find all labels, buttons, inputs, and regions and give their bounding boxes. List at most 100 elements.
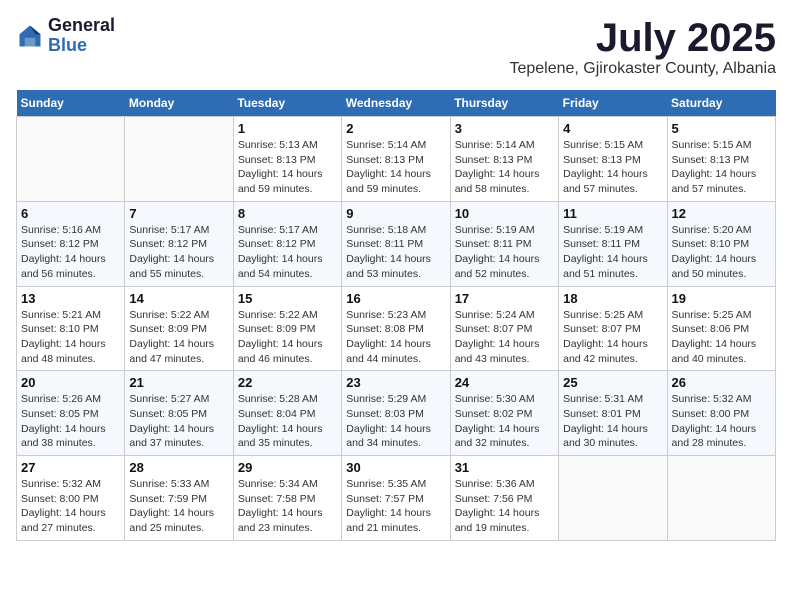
calendar-cell: 8Sunrise: 5:17 AMSunset: 8:12 PMDaylight… <box>233 201 341 286</box>
day-info: Sunrise: 5:35 AMSunset: 7:57 PMDaylight:… <box>346 477 445 536</box>
day-number: 18 <box>563 291 662 306</box>
page-header: General Blue July 2025 Tepelene, Gjiroka… <box>16 16 776 78</box>
day-info: Sunrise: 5:36 AMSunset: 7:56 PMDaylight:… <box>455 477 554 536</box>
calendar-table: SundayMondayTuesdayWednesdayThursdayFrid… <box>16 90 776 541</box>
calendar-cell: 15 Sunrise: 5:22 AMSunset: 8:09 PMDayligh… <box>233 286 341 371</box>
day-number: 20 <box>21 375 120 390</box>
calendar-cell: 24Sunrise: 5:30 AMSunset: 8:02 PMDayligh… <box>450 371 558 456</box>
day-number: 22 <box>238 375 337 390</box>
day-number: 23 <box>346 375 445 390</box>
day-number: 7 <box>129 206 228 221</box>
day-number: 17 <box>455 291 554 306</box>
day-number: 25 <box>563 375 662 390</box>
day-info: Sunrise: 5:24 AMSunset: 8:07 PMDaylight:… <box>455 308 554 367</box>
weekday-header-row: SundayMondayTuesdayWednesdayThursdayFrid… <box>17 90 776 117</box>
calendar-cell: 18 Sunrise: 5:25 AMSunset: 8:07 PMDayligh… <box>559 286 667 371</box>
calendar-cell: 26Sunrise: 5:32 AMSunset: 8:00 PMDayligh… <box>667 371 775 456</box>
calendar-cell <box>559 456 667 541</box>
calendar-cell: 6 Sunrise: 5:16 AMSunset: 8:12 PMDaylight… <box>17 201 125 286</box>
day-number: 30 <box>346 460 445 475</box>
day-info: Sunrise: 5:17 AMSunset: 8:12 PMDaylight:… <box>238 223 337 282</box>
day-info: Sunrise: 5:23 AMSunset: 8:08 PMDaylight:… <box>346 308 445 367</box>
calendar-cell: 9Sunrise: 5:18 AMSunset: 8:11 PMDaylight… <box>342 201 450 286</box>
calendar-cell: 27Sunrise: 5:32 AMSunset: 8:00 PMDayligh… <box>17 456 125 541</box>
day-number: 15 <box>238 291 337 306</box>
day-number: 5 <box>672 121 771 136</box>
day-info: Sunrise: 5:32 AMSunset: 8:00 PMDaylight:… <box>672 392 771 451</box>
calendar-cell: 10 Sunrise: 5:19 AMSunset: 8:11 PMDayligh… <box>450 201 558 286</box>
calendar-cell: 7Sunrise: 5:17 AMSunset: 8:12 PMDaylight… <box>125 201 233 286</box>
weekday-header-sunday: Sunday <box>17 90 125 117</box>
calendar-cell: 20 Sunrise: 5:26 AMSunset: 8:05 PMDayligh… <box>17 371 125 456</box>
day-info: Sunrise: 5:27 AMSunset: 8:05 PMDaylight:… <box>129 392 228 451</box>
day-number: 12 <box>672 206 771 221</box>
day-number: 24 <box>455 375 554 390</box>
week-row-3: 13Sunrise: 5:21 AMSunset: 8:10 PMDayligh… <box>17 286 776 371</box>
calendar-cell: 19Sunrise: 5:25 AMSunset: 8:06 PMDayligh… <box>667 286 775 371</box>
day-number: 29 <box>238 460 337 475</box>
calendar-cell: 17 Sunrise: 5:24 AMSunset: 8:07 PMDayligh… <box>450 286 558 371</box>
day-info: Sunrise: 5:19 AMSunset: 8:11 PMDaylight:… <box>563 223 662 282</box>
weekday-header-thursday: Thursday <box>450 90 558 117</box>
day-info: Sunrise: 5:25 AMSunset: 8:07 PMDaylight:… <box>563 308 662 367</box>
day-info: Sunrise: 5:34 AMSunset: 7:58 PMDaylight:… <box>238 477 337 536</box>
day-number: 1 <box>238 121 337 136</box>
calendar-cell: 14Sunrise: 5:22 AMSunset: 8:09 PMDayligh… <box>125 286 233 371</box>
calendar-cell: 25 Sunrise: 5:31 AMSunset: 8:01 PMDayligh… <box>559 371 667 456</box>
week-row-5: 27Sunrise: 5:32 AMSunset: 8:00 PMDayligh… <box>17 456 776 541</box>
calendar-cell: 3 Sunrise: 5:14 AMSunset: 8:13 PMDaylight… <box>450 117 558 202</box>
day-number: 3 <box>455 121 554 136</box>
calendar-cell: 11 Sunrise: 5:19 AMSunset: 8:11 PMDayligh… <box>559 201 667 286</box>
week-row-1: 1 Sunrise: 5:13 AMSunset: 8:13 PMDaylight… <box>17 117 776 202</box>
calendar-cell <box>667 456 775 541</box>
calendar-cell: 30 Sunrise: 5:35 AMSunset: 7:57 PMDayligh… <box>342 456 450 541</box>
calendar-cell: 13Sunrise: 5:21 AMSunset: 8:10 PMDayligh… <box>17 286 125 371</box>
day-info: Sunrise: 5:19 AMSunset: 8:11 PMDaylight:… <box>455 223 554 282</box>
day-info: Sunrise: 5:15 AMSunset: 8:13 PMDaylight:… <box>672 138 771 197</box>
day-info: Sunrise: 5:25 AMSunset: 8:06 PMDaylight:… <box>672 308 771 367</box>
day-number: 6 <box>21 206 120 221</box>
day-number: 9 <box>346 206 445 221</box>
week-row-4: 20 Sunrise: 5:26 AMSunset: 8:05 PMDayligh… <box>17 371 776 456</box>
calendar-cell: 4Sunrise: 5:15 AMSunset: 8:13 PMDaylight… <box>559 117 667 202</box>
day-info: Sunrise: 5:22 AMSunset: 8:09 PMDaylight:… <box>238 308 337 367</box>
day-info: Sunrise: 5:20 AMSunset: 8:10 PMDaylight:… <box>672 223 771 282</box>
calendar-cell <box>125 117 233 202</box>
day-info: Sunrise: 5:31 AMSunset: 8:01 PMDaylight:… <box>563 392 662 451</box>
calendar-cell: 31 Sunrise: 5:36 AMSunset: 7:56 PMDayligh… <box>450 456 558 541</box>
calendar-cell: 12 Sunrise: 5:20 AMSunset: 8:10 PMDayligh… <box>667 201 775 286</box>
day-info: Sunrise: 5:29 AMSunset: 8:03 PMDaylight:… <box>346 392 445 451</box>
calendar-cell: 16Sunrise: 5:23 AMSunset: 8:08 PMDayligh… <box>342 286 450 371</box>
day-info: Sunrise: 5:14 AMSunset: 8:13 PMDaylight:… <box>455 138 554 197</box>
calendar-cell: 22 Sunrise: 5:28 AMSunset: 8:04 PMDayligh… <box>233 371 341 456</box>
weekday-header-tuesday: Tuesday <box>233 90 341 117</box>
logo-blue: Blue <box>48 36 115 56</box>
weekday-header-wednesday: Wednesday <box>342 90 450 117</box>
day-info: Sunrise: 5:15 AMSunset: 8:13 PMDaylight:… <box>563 138 662 197</box>
day-info: Sunrise: 5:16 AMSunset: 8:12 PMDaylight:… <box>21 223 120 282</box>
day-number: 10 <box>455 206 554 221</box>
logo-general: General <box>48 16 115 36</box>
location-title: Tepelene, Gjirokaster County, Albania <box>509 60 776 78</box>
day-number: 21 <box>129 375 228 390</box>
calendar-cell <box>17 117 125 202</box>
day-number: 27 <box>21 460 120 475</box>
weekday-header-friday: Friday <box>559 90 667 117</box>
day-number: 11 <box>563 206 662 221</box>
calendar-cell: 28Sunrise: 5:33 AMSunset: 7:59 PMDayligh… <box>125 456 233 541</box>
day-number: 28 <box>129 460 228 475</box>
weekday-header-saturday: Saturday <box>667 90 775 117</box>
calendar-cell: 23 Sunrise: 5:29 AMSunset: 8:03 PMDayligh… <box>342 371 450 456</box>
logo: General Blue <box>16 16 115 56</box>
day-number: 14 <box>129 291 228 306</box>
day-number: 2 <box>346 121 445 136</box>
calendar-cell: 1 Sunrise: 5:13 AMSunset: 8:13 PMDaylight… <box>233 117 341 202</box>
day-info: Sunrise: 5:26 AMSunset: 8:05 PMDaylight:… <box>21 392 120 451</box>
day-info: Sunrise: 5:28 AMSunset: 8:04 PMDaylight:… <box>238 392 337 451</box>
calendar-cell: 29 Sunrise: 5:34 AMSunset: 7:58 PMDayligh… <box>233 456 341 541</box>
calendar-cell: 21 Sunrise: 5:27 AMSunset: 8:05 PMDayligh… <box>125 371 233 456</box>
day-number: 31 <box>455 460 554 475</box>
month-title: July 2025 <box>509 16 776 60</box>
day-info: Sunrise: 5:13 AMSunset: 8:13 PMDaylight:… <box>238 138 337 197</box>
week-row-2: 6 Sunrise: 5:16 AMSunset: 8:12 PMDaylight… <box>17 201 776 286</box>
